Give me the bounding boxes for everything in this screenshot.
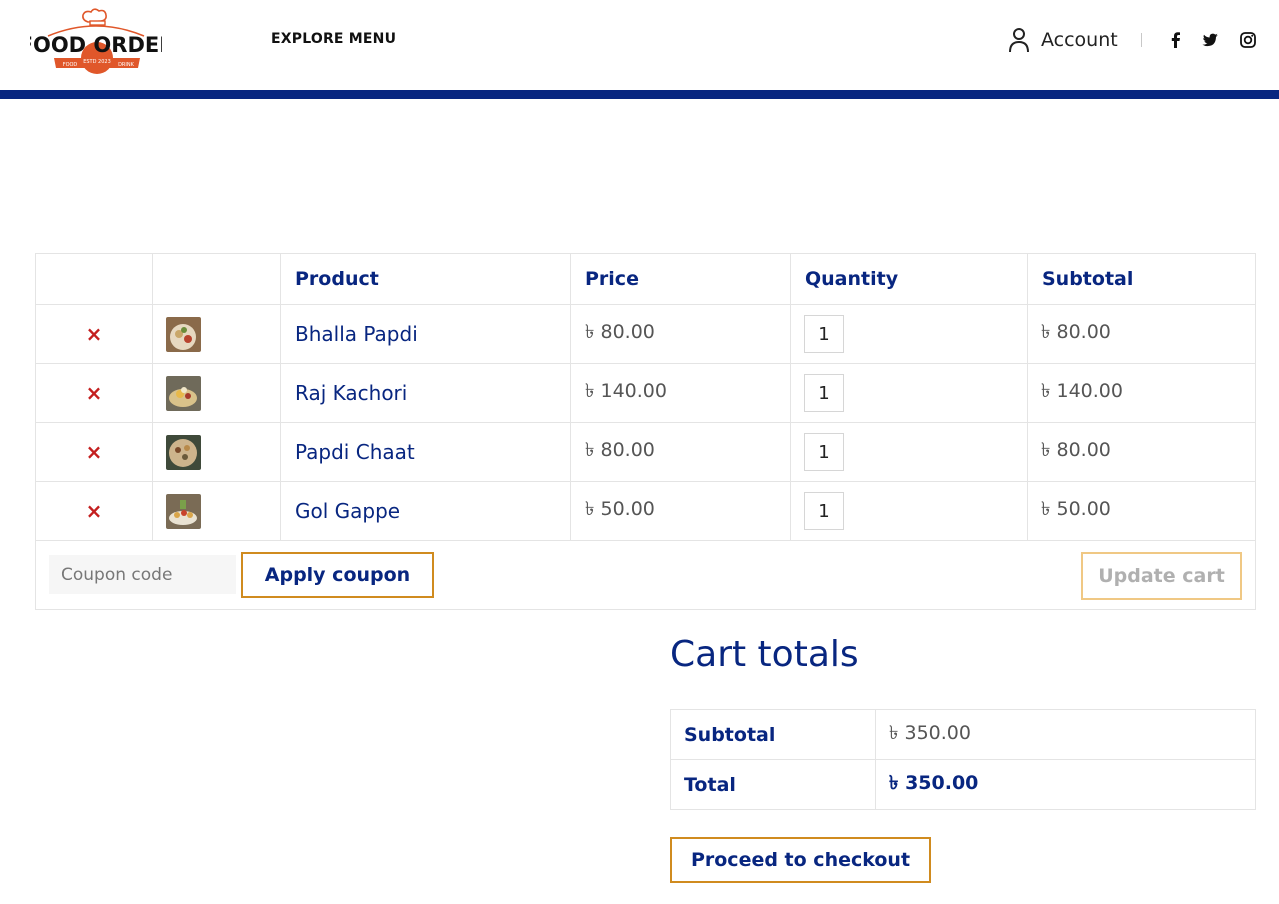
product-link[interactable]: Raj Kachori — [295, 381, 407, 405]
product-subtotal: ৳ 50.00 — [1041, 498, 1111, 520]
product-thumbnail[interactable] — [166, 493, 201, 529]
header-price: Price — [570, 253, 791, 305]
totals-subtotal-label: Subtotal — [670, 709, 876, 760]
cart-header-row: Product Price Quantity Subtotal — [35, 253, 1256, 305]
product-thumbnail[interactable] — [166, 316, 201, 352]
totals-subtotal-row: Subtotal ৳ 350.00 — [670, 709, 1256, 760]
product-price: ৳ 50.00 — [585, 498, 655, 520]
remove-item-icon[interactable]: × — [86, 499, 103, 523]
cart-row: × Gol Gappe ৳ 50.00 1 ৳ 50.00 — [35, 481, 1256, 541]
logo-ribbon-left: FOOD — [63, 62, 78, 68]
product-price: ৳ 80.00 — [585, 439, 655, 461]
totals-total-label: Total — [670, 759, 876, 810]
product-link[interactable]: Papdi Chaat — [295, 440, 415, 464]
product-link[interactable]: Gol Gappe — [295, 499, 400, 523]
remove-item-icon[interactable]: × — [86, 322, 103, 346]
cart-row: × Raj Kachori ৳ 140.00 1 ৳ 140.00 — [35, 363, 1256, 423]
header-remove — [35, 253, 153, 305]
user-icon — [1007, 26, 1031, 54]
coupon-code-input[interactable]: Coupon code — [49, 555, 236, 594]
header-product: Product — [280, 253, 571, 305]
totals-total-value: ৳ 350.00 — [875, 759, 1256, 810]
quantity-input[interactable]: 1 — [804, 374, 844, 412]
quantity-input[interactable]: 1 — [804, 315, 844, 353]
site-header: FOOD ORDER ESTD 2023 FOOD DRINK EXPLORE … — [0, 0, 1279, 90]
facebook-icon[interactable] — [1166, 30, 1186, 50]
header-divider — [1141, 33, 1142, 47]
product-subtotal: ৳ 80.00 — [1041, 321, 1111, 343]
remove-item-icon[interactable]: × — [86, 381, 103, 405]
instagram-icon[interactable] — [1238, 30, 1258, 50]
product-price: ৳ 140.00 — [585, 380, 667, 402]
product-thumbnail[interactable] — [166, 375, 201, 411]
product-price: ৳ 80.00 — [585, 321, 655, 343]
header-accent-bar — [0, 90, 1279, 99]
cart-row: × Bhalla Papdi ৳ 80.00 1 ৳ 80.00 — [35, 304, 1256, 364]
site-logo[interactable]: FOOD ORDER ESTD 2023 FOOD DRINK — [19, 6, 175, 76]
product-thumbnail[interactable] — [166, 434, 201, 470]
product-link[interactable]: Bhalla Papdi — [295, 322, 418, 346]
account-label: Account — [1041, 29, 1118, 51]
proceed-to-checkout-button[interactable]: Proceed to checkout — [670, 837, 931, 883]
header-quantity: Quantity — [790, 253, 1028, 305]
update-cart-button[interactable]: Update cart — [1081, 552, 1242, 600]
quantity-input[interactable]: 1 — [804, 433, 844, 471]
apply-coupon-button[interactable]: Apply coupon — [241, 552, 434, 598]
chef-hat-icon — [82, 8, 107, 26]
cart-totals-title: Cart totals — [670, 634, 859, 675]
header-subtotal: Subtotal — [1027, 253, 1256, 305]
logo-badge: ESTD 2023 — [83, 59, 111, 65]
cart-row: × Papdi Chaat ৳ 80.00 1 ৳ 80.00 — [35, 422, 1256, 482]
totals-total-row: Total ৳ 350.00 — [670, 759, 1256, 810]
logo-text: FOOD ORDER — [30, 33, 162, 57]
product-subtotal: ৳ 80.00 — [1041, 439, 1111, 461]
totals-subtotal-value: ৳ 350.00 — [875, 709, 1256, 760]
explore-menu-link[interactable]: EXPLORE MENU — [271, 31, 396, 47]
remove-item-icon[interactable]: × — [86, 440, 103, 464]
product-subtotal: ৳ 140.00 — [1041, 380, 1123, 402]
logo-ribbon-right: DRINK — [118, 62, 135, 68]
twitter-icon[interactable] — [1200, 30, 1220, 50]
header-thumbnail — [152, 253, 281, 305]
account-link[interactable]: Account — [1007, 26, 1118, 54]
cart-totals-table: Subtotal ৳ 350.00 Total ৳ 350.00 — [670, 709, 1256, 810]
quantity-input[interactable]: 1 — [804, 492, 844, 530]
